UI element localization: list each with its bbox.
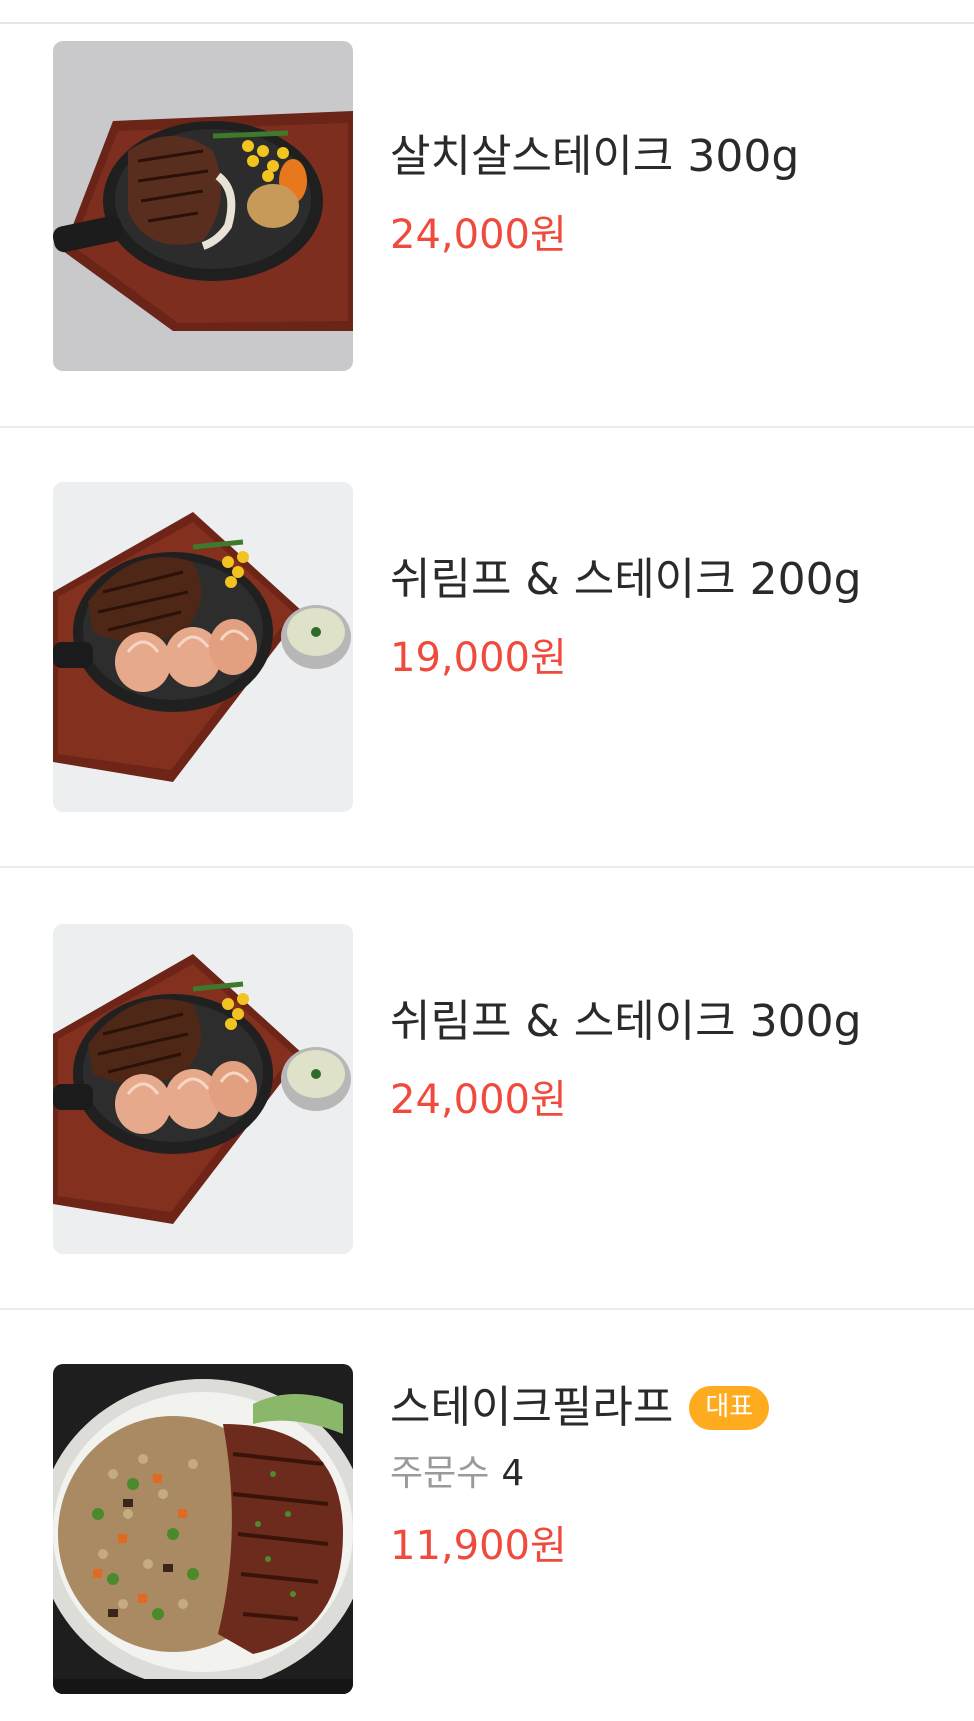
menu-item-price: 19,000원 [390, 635, 567, 681]
order-count: 주문수 4 [390, 1450, 769, 1498]
order-count-label: 주문수 [390, 1453, 490, 1494]
menu-item-price: 11,900원 [390, 1523, 567, 1569]
menu-item-name: 쉬림프 & 스테이크 200g [390, 554, 862, 605]
menu-item-name: 스테이크필라프 대표 [390, 1380, 770, 1436]
menu-item-price: 24,000원 [390, 1077, 567, 1123]
menu-item-3[interactable]: 쉬림프 & 스테이크 300g 24,000원 [0, 868, 974, 1310]
menu-item-name-text: 스테이크필라프 [390, 1382, 674, 1433]
shrimp-steak-image [53, 482, 353, 812]
menu-item-1[interactable]: 살치살스테이크 300g 24,000원 [0, 24, 974, 428]
menu-item-name: 살치살스테이크 300g [390, 131, 800, 182]
signature-badge: 대표 [689, 1386, 770, 1430]
menu-item-price: 24,000원 [390, 212, 567, 258]
menu-item-2[interactable]: 쉬림프 & 스테이크 200g 19,000원 [0, 428, 974, 868]
order-count-value: 4 [501, 1453, 525, 1494]
steak-plate-image [53, 41, 353, 371]
menu-item-4[interactable]: 스테이크필라프 대표 주문수 4 11,900원 [0, 1310, 974, 1721]
menu-item-name: 쉬림프 & 스테이크 300g [390, 996, 862, 1047]
steak-pilaf-image [53, 1364, 353, 1694]
top-divider [0, 0, 974, 24]
shrimp-steak-image [53, 924, 353, 1254]
